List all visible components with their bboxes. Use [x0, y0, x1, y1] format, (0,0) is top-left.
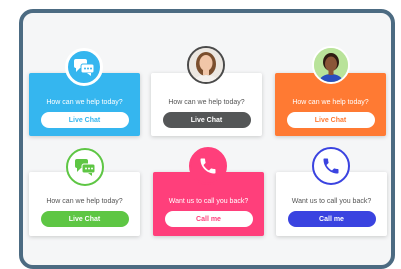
widget-question: How can we help today? — [46, 99, 123, 106]
widget-question: How can we help today? — [46, 198, 123, 205]
call-me-button[interactable]: Call me — [287, 211, 376, 227]
call-me-button[interactable]: Call me — [164, 211, 253, 227]
live-chat-button[interactable]: Live Chat — [40, 112, 129, 128]
widget-question: Want us to call you back? — [168, 198, 249, 205]
chat-icon — [66, 148, 104, 186]
live-chat-button[interactable]: Live Chat — [40, 211, 129, 227]
agent-avatar — [312, 46, 350, 84]
chat-icon — [65, 48, 103, 86]
widget-question: How can we help today? — [292, 99, 369, 106]
phone-icon — [312, 147, 350, 185]
widget-question: How can we help today? — [168, 99, 245, 106]
live-chat-button[interactable]: Live Chat — [162, 112, 251, 128]
agent-avatar — [187, 46, 225, 84]
widget-question: Want us to call you back? — [291, 198, 372, 205]
live-chat-button[interactable]: Live Chat — [286, 112, 375, 128]
phone-icon — [189, 147, 227, 185]
